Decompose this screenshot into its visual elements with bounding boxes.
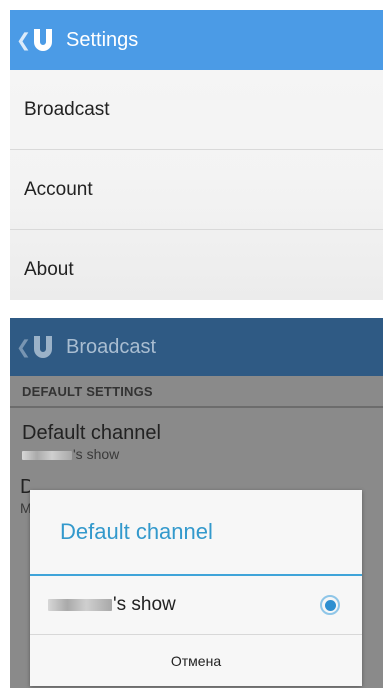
pref-subtitle-suffix: 's show [73,446,120,462]
section-header-default-settings: DEFAULT SETTINGS [10,376,383,408]
app-logo-u-icon[interactable] [32,27,54,53]
broadcast-title: Broadcast [66,335,157,358]
settings-item-label: Account [24,178,93,200]
broadcast-screen: ❮ Broadcast DEFAULT SETTINGS Default cha… [10,318,383,688]
settings-item-label: Broadcast [24,98,110,120]
dialog-title: Default channel [30,490,362,576]
settings-app-bar: ❮ Settings [10,10,383,70]
redacted-username [22,450,72,460]
back-chevron-icon[interactable]: ❮ [16,337,31,358]
settings-title: Settings [66,28,139,51]
dialog-option-channel[interactable]: 's show [30,576,362,635]
settings-item-broadcast[interactable]: Broadcast [10,70,383,150]
settings-screen: ❮ Settings Broadcast Account About [10,10,383,300]
default-channel-dialog: Default channel 's show Отмена [30,490,362,686]
redacted-username [48,598,112,611]
broadcast-app-bar: ❮ Broadcast [10,318,383,376]
cancel-button[interactable]: Отмена [30,635,362,687]
pref-subtitle: M [20,500,30,516]
dialog-option-label: 's show [48,594,320,616]
pref-title: Default channel [22,422,161,444]
pref-subtitle: 's show [22,446,371,462]
pref-title: D [20,476,30,498]
radio-selected-icon[interactable] [320,595,340,615]
settings-item-label: About [24,258,74,280]
dialog-option-suffix: 's show [113,594,176,615]
pref-default-channel[interactable]: Default channel 's show [10,408,383,462]
back-chevron-icon[interactable]: ❮ [16,30,31,51]
settings-item-account[interactable]: Account [10,150,383,230]
app-logo-u-icon[interactable] [32,334,54,360]
settings-item-about[interactable]: About [10,230,383,300]
